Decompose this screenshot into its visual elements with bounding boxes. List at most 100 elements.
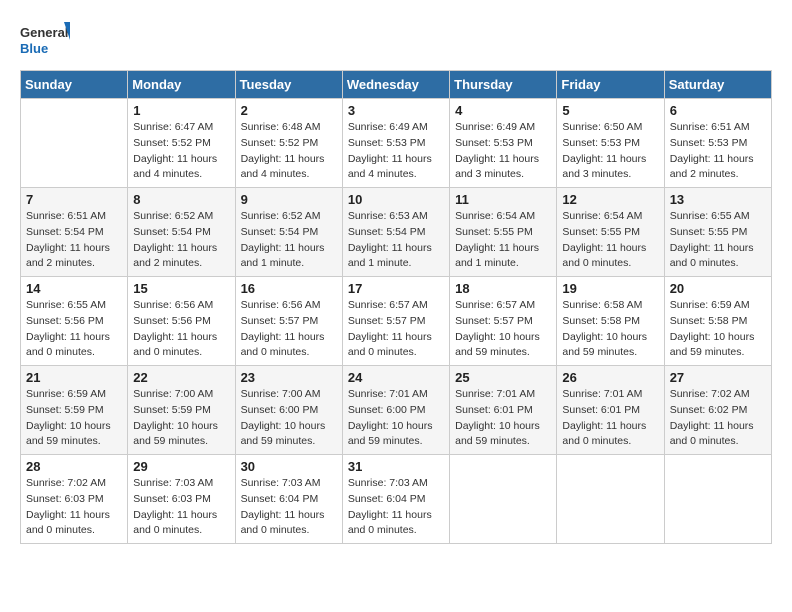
day-number: 1 [133, 103, 229, 118]
day-info: Sunrise: 6:56 AMSunset: 5:56 PMDaylight:… [133, 298, 229, 361]
calendar-week-1: 1 Sunrise: 6:47 AMSunset: 5:52 PMDaylight… [21, 99, 772, 188]
day-number: 8 [133, 192, 229, 207]
day-number: 2 [241, 103, 337, 118]
day-info: Sunrise: 6:56 AMSunset: 5:57 PMDaylight:… [241, 298, 337, 361]
svg-text:General: General [20, 25, 68, 40]
weekday-header-sunday: Sunday [21, 71, 128, 99]
day-info: Sunrise: 6:55 AMSunset: 5:56 PMDaylight:… [26, 298, 122, 361]
day-info: Sunrise: 6:54 AMSunset: 5:55 PMDaylight:… [562, 209, 658, 272]
logo: General Blue [20, 20, 70, 60]
calendar-cell [557, 455, 664, 544]
weekday-header-row: SundayMondayTuesdayWednesdayThursdayFrid… [21, 71, 772, 99]
day-number: 20 [670, 281, 766, 296]
calendar-cell: 19 Sunrise: 6:58 AMSunset: 5:58 PMDayligh… [557, 277, 664, 366]
calendar-cell: 31 Sunrise: 7:03 AMSunset: 6:04 PMDayligh… [342, 455, 449, 544]
day-number: 18 [455, 281, 551, 296]
day-number: 3 [348, 103, 444, 118]
weekday-header-monday: Monday [128, 71, 235, 99]
day-number: 12 [562, 192, 658, 207]
day-number: 7 [26, 192, 122, 207]
day-number: 30 [241, 459, 337, 474]
day-info: Sunrise: 6:47 AMSunset: 5:52 PMDaylight:… [133, 120, 229, 183]
day-number: 13 [670, 192, 766, 207]
day-number: 28 [26, 459, 122, 474]
day-number: 22 [133, 370, 229, 385]
calendar-cell: 5 Sunrise: 6:50 AMSunset: 5:53 PMDaylight… [557, 99, 664, 188]
day-info: Sunrise: 7:02 AMSunset: 6:03 PMDaylight:… [26, 476, 122, 539]
weekday-header-tuesday: Tuesday [235, 71, 342, 99]
calendar-week-3: 14 Sunrise: 6:55 AMSunset: 5:56 PMDayligh… [21, 277, 772, 366]
day-info: Sunrise: 6:51 AMSunset: 5:54 PMDaylight:… [26, 209, 122, 272]
day-info: Sunrise: 6:50 AMSunset: 5:53 PMDaylight:… [562, 120, 658, 183]
calendar-cell: 21 Sunrise: 6:59 AMSunset: 5:59 PMDayligh… [21, 366, 128, 455]
calendar-cell [21, 99, 128, 188]
calendar-cell: 16 Sunrise: 6:56 AMSunset: 5:57 PMDayligh… [235, 277, 342, 366]
weekday-header-wednesday: Wednesday [342, 71, 449, 99]
calendar-week-4: 21 Sunrise: 6:59 AMSunset: 5:59 PMDayligh… [21, 366, 772, 455]
calendar-cell: 23 Sunrise: 7:00 AMSunset: 6:00 PMDayligh… [235, 366, 342, 455]
calendar-cell: 7 Sunrise: 6:51 AMSunset: 5:54 PMDaylight… [21, 188, 128, 277]
calendar-cell: 29 Sunrise: 7:03 AMSunset: 6:03 PMDayligh… [128, 455, 235, 544]
day-info: Sunrise: 7:03 AMSunset: 6:04 PMDaylight:… [348, 476, 444, 539]
day-info: Sunrise: 7:03 AMSunset: 6:04 PMDaylight:… [241, 476, 337, 539]
calendar-cell: 11 Sunrise: 6:54 AMSunset: 5:55 PMDayligh… [450, 188, 557, 277]
calendar-cell: 22 Sunrise: 7:00 AMSunset: 5:59 PMDayligh… [128, 366, 235, 455]
calendar-cell: 9Sunrise: 6:52 AMSunset: 5:54 PMDaylight… [235, 188, 342, 277]
page-header: General Blue [20, 20, 772, 60]
day-number: 29 [133, 459, 229, 474]
day-info: Sunrise: 7:01 AMSunset: 6:00 PMDaylight:… [348, 387, 444, 450]
calendar-cell: 15 Sunrise: 6:56 AMSunset: 5:56 PMDayligh… [128, 277, 235, 366]
calendar-cell: 14 Sunrise: 6:55 AMSunset: 5:56 PMDayligh… [21, 277, 128, 366]
day-number: 24 [348, 370, 444, 385]
day-number: 4 [455, 103, 551, 118]
day-info: Sunrise: 6:49 AMSunset: 5:53 PMDaylight:… [455, 120, 551, 183]
day-number: 11 [455, 192, 551, 207]
day-info: Sunrise: 6:57 AMSunset: 5:57 PMDaylight:… [348, 298, 444, 361]
day-number: 25 [455, 370, 551, 385]
calendar-cell: 4 Sunrise: 6:49 AMSunset: 5:53 PMDaylight… [450, 99, 557, 188]
calendar-cell: 13Sunrise: 6:55 AMSunset: 5:55 PMDayligh… [664, 188, 771, 277]
day-number: 23 [241, 370, 337, 385]
weekday-header-saturday: Saturday [664, 71, 771, 99]
day-info: Sunrise: 6:51 AMSunset: 5:53 PMDaylight:… [670, 120, 766, 183]
day-info: Sunrise: 7:01 AMSunset: 6:01 PMDaylight:… [562, 387, 658, 450]
day-number: 19 [562, 281, 658, 296]
day-number: 31 [348, 459, 444, 474]
calendar-cell [664, 455, 771, 544]
day-number: 21 [26, 370, 122, 385]
calendar-cell: 1 Sunrise: 6:47 AMSunset: 5:52 PMDaylight… [128, 99, 235, 188]
calendar-cell: 24 Sunrise: 7:01 AMSunset: 6:00 PMDayligh… [342, 366, 449, 455]
calendar-cell [450, 455, 557, 544]
day-info: Sunrise: 7:03 AMSunset: 6:03 PMDaylight:… [133, 476, 229, 539]
day-info: Sunrise: 6:54 AMSunset: 5:55 PMDaylight:… [455, 209, 551, 272]
day-number: 10 [348, 192, 444, 207]
day-info: Sunrise: 7:01 AMSunset: 6:01 PMDaylight:… [455, 387, 551, 450]
day-number: 5 [562, 103, 658, 118]
weekday-header-thursday: Thursday [450, 71, 557, 99]
calendar-cell: 18Sunrise: 6:57 AMSunset: 5:57 PMDayligh… [450, 277, 557, 366]
day-info: Sunrise: 6:53 AMSunset: 5:54 PMDaylight:… [348, 209, 444, 272]
calendar-cell: 28 Sunrise: 7:02 AMSunset: 6:03 PMDayligh… [21, 455, 128, 544]
day-number: 14 [26, 281, 122, 296]
day-number: 16 [241, 281, 337, 296]
day-info: Sunrise: 7:02 AMSunset: 6:02 PMDaylight:… [670, 387, 766, 450]
day-number: 15 [133, 281, 229, 296]
calendar-table: SundayMondayTuesdayWednesdayThursdayFrid… [20, 70, 772, 544]
day-number: 27 [670, 370, 766, 385]
calendar-cell: 17 Sunrise: 6:57 AMSunset: 5:57 PMDayligh… [342, 277, 449, 366]
calendar-cell: 27 Sunrise: 7:02 AMSunset: 6:02 PMDayligh… [664, 366, 771, 455]
day-info: Sunrise: 7:00 AMSunset: 6:00 PMDaylight:… [241, 387, 337, 450]
calendar-cell: 25 Sunrise: 7:01 AMSunset: 6:01 PMDayligh… [450, 366, 557, 455]
calendar-week-2: 7 Sunrise: 6:51 AMSunset: 5:54 PMDaylight… [21, 188, 772, 277]
day-info: Sunrise: 6:59 AMSunset: 5:59 PMDaylight:… [26, 387, 122, 450]
day-info: Sunrise: 7:00 AMSunset: 5:59 PMDaylight:… [133, 387, 229, 450]
calendar-cell: 26Sunrise: 7:01 AMSunset: 6:01 PMDayligh… [557, 366, 664, 455]
day-number: 6 [670, 103, 766, 118]
calendar-cell: 20Sunrise: 6:59 AMSunset: 5:58 PMDayligh… [664, 277, 771, 366]
weekday-header-friday: Friday [557, 71, 664, 99]
day-info: Sunrise: 6:52 AMSunset: 5:54 PMDaylight:… [133, 209, 229, 272]
calendar-cell: 8 Sunrise: 6:52 AMSunset: 5:54 PMDaylight… [128, 188, 235, 277]
calendar-cell: 2Sunrise: 6:48 AMSunset: 5:52 PMDaylight… [235, 99, 342, 188]
day-number: 17 [348, 281, 444, 296]
day-info: Sunrise: 6:58 AMSunset: 5:58 PMDaylight:… [562, 298, 658, 361]
